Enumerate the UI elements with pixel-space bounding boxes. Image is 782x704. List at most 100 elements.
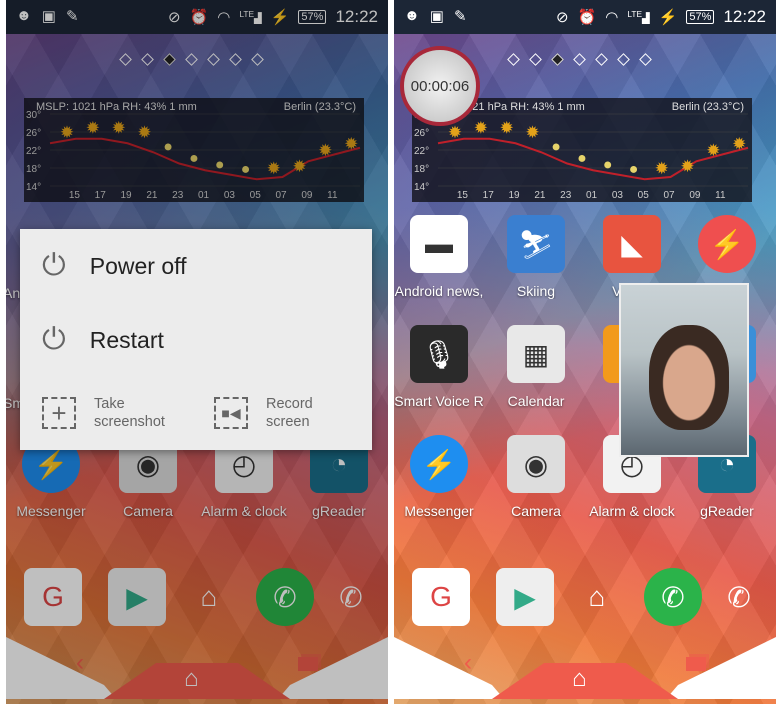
- page-dot[interactable]: [507, 53, 520, 66]
- x-tick-label: 09: [689, 190, 701, 201]
- block-icon: ⊘: [556, 9, 569, 26]
- app-label: Messenger: [404, 503, 474, 519]
- sun-icon: ✹: [474, 119, 488, 138]
- x-tick-label: 07: [664, 190, 676, 201]
- x-tick-label: 03: [612, 190, 624, 201]
- app-label: Smart Voice R: [394, 393, 484, 409]
- app-label: Calendar: [507, 393, 565, 409]
- power-menu-dialog: ⏻ Power off ⏻ Restart + Take screenshot ■◀ Re…: [20, 229, 372, 450]
- recent-apps-button[interactable]: [686, 657, 706, 671]
- face-preview: [649, 325, 729, 430]
- restart-option[interactable]: ⏻ Restart: [42, 323, 164, 357]
- dock-item[interactable]: G: [396, 568, 486, 626]
- dock-item[interactable]: ✆: [694, 568, 776, 626]
- recording-timer[interactable]: 00:00:06: [400, 46, 480, 126]
- battery-icon: 57%: [686, 10, 715, 24]
- right-phone-screen: ☻ ▣ ✎ ⊘ ⏰ ◠ LTE▟ ⚡ 57% 12:22 MSLP: 1021 hPa RH: 4…: [394, 0, 776, 704]
- page-dot[interactable]: [617, 53, 630, 66]
- record-label-line1: Record: [266, 396, 313, 412]
- app-shortcut[interactable]: ▬ Android news,: [394, 215, 484, 299]
- power-icon: ⏻: [42, 249, 66, 282]
- notes-icon: ✎: [453, 8, 467, 25]
- image-icon: ▣: [429, 8, 444, 25]
- calendar-icon: ▦: [507, 325, 565, 383]
- power-off-label: Power off: [89, 252, 187, 279]
- page-dot[interactable]: [639, 53, 652, 66]
- x-tick-label: 11: [715, 190, 726, 201]
- record-screen-icon: ■◀: [214, 397, 248, 429]
- record-screen-option[interactable]: ■◀ Record screen: [214, 395, 313, 431]
- power-off-option[interactable]: ⏻ Power off: [42, 249, 186, 283]
- sun-icon: ✹: [525, 123, 539, 142]
- screenshot-icon: +: [42, 397, 76, 429]
- voice-recorder-icon: 🎙: [410, 325, 468, 383]
- temperature-line: [437, 137, 749, 181]
- y-tick-label: 26°: [414, 128, 429, 139]
- sun-icon: ✹: [706, 141, 720, 160]
- record-label-line2: screen: [266, 414, 310, 430]
- x-tick-label: 15: [457, 190, 469, 201]
- moon-icon: ●: [603, 157, 613, 174]
- restart-label: Restart: [89, 326, 164, 353]
- messenger-icon: ⚡: [410, 435, 468, 493]
- home-button[interactable]: ⌂: [572, 665, 587, 693]
- page-dot[interactable]: [595, 53, 608, 66]
- play-store-icon: ▶: [496, 568, 554, 626]
- app-label: Alarm & clock: [589, 503, 675, 519]
- camera-preview-overlay[interactable]: [619, 283, 749, 457]
- screenshot-label-line2: screenshot: [94, 414, 165, 430]
- screenshot-label-line1: Take: [94, 396, 125, 412]
- app-shortcut[interactable]: 🎙 Smart Voice R: [394, 325, 484, 409]
- moon-icon: ●: [629, 161, 639, 178]
- page-dot[interactable]: [573, 53, 586, 66]
- x-tick-label: 01: [586, 190, 598, 201]
- flash-icon: ⚡: [698, 215, 756, 273]
- google-apps-folder-icon: G: [412, 568, 470, 626]
- x-tick-label: 23: [560, 190, 572, 201]
- app-label: Skiing: [516, 283, 556, 299]
- app-shortcut[interactable]: ⚡ Messenger: [394, 435, 484, 519]
- sun-icon: ✹: [500, 119, 514, 138]
- app-shortcut[interactable]: ⚡: [682, 215, 772, 283]
- x-tick-label: 21: [534, 190, 546, 201]
- moon-icon: ●: [577, 150, 587, 167]
- app-shortcut[interactable]: ▦ Calendar: [491, 325, 581, 409]
- back-button[interactable]: ‹: [464, 649, 472, 677]
- vsco-icon: ◣: [603, 215, 661, 273]
- signal-icon: LTE▟: [627, 9, 650, 25]
- sun-icon: ✹: [655, 159, 669, 178]
- phone-icon: ✆: [727, 581, 751, 613]
- clock: 12:22: [723, 7, 766, 26]
- sun-icon: ✹: [680, 157, 694, 176]
- x-tick-label: 05: [638, 190, 650, 201]
- sun-icon: ✹: [732, 134, 746, 153]
- status-bar: ☻ ▣ ✎ ⊘ ⏰ ◠ LTE▟ ⚡ 57% 12:22: [394, 0, 776, 34]
- y-tick-label: 18°: [414, 164, 429, 175]
- app-drawer-icon: ⌂: [588, 581, 606, 612]
- alarm-icon: ⏰: [577, 9, 597, 26]
- notification-face-icon: ☻: [404, 7, 420, 24]
- page-dot[interactable]: [551, 53, 564, 66]
- app-shortcut[interactable]: ⛷ Skiing: [491, 215, 581, 299]
- app-label: gReader: [700, 503, 754, 519]
- left-phone-screen: ☻ ▣ ✎ ⊘ ⏰ ◠ LTE▟ ⚡ 57% 12:22 MSLP: 1021 hPa RH: 4…: [6, 0, 388, 704]
- charging-icon: ⚡: [658, 9, 678, 26]
- page-dot[interactable]: [529, 53, 542, 66]
- page-indicator: [507, 53, 652, 66]
- x-tick-label: 17: [483, 190, 495, 201]
- app-shortcut[interactable]: ◉ Camera: [491, 435, 581, 519]
- network-type: LTE: [627, 9, 643, 20]
- app-label: Camera: [511, 503, 561, 519]
- y-tick-label: 22°: [414, 146, 429, 157]
- camera-icon: ◉: [507, 435, 565, 493]
- navigation-bar: ‹ ⌂: [394, 627, 776, 704]
- app-label: Android news,: [394, 283, 484, 299]
- y-tick-label: 14°: [414, 182, 429, 193]
- x-tick-label: 19: [509, 190, 521, 201]
- skiing-icon: ⛷: [507, 215, 565, 273]
- wifi-icon: ◠: [605, 9, 619, 26]
- moon-icon: ●: [551, 139, 561, 156]
- android-news-icon: ▬: [410, 215, 468, 273]
- take-screenshot-option[interactable]: + Take screenshot: [42, 395, 165, 431]
- restart-icon: ⏻: [42, 323, 66, 356]
